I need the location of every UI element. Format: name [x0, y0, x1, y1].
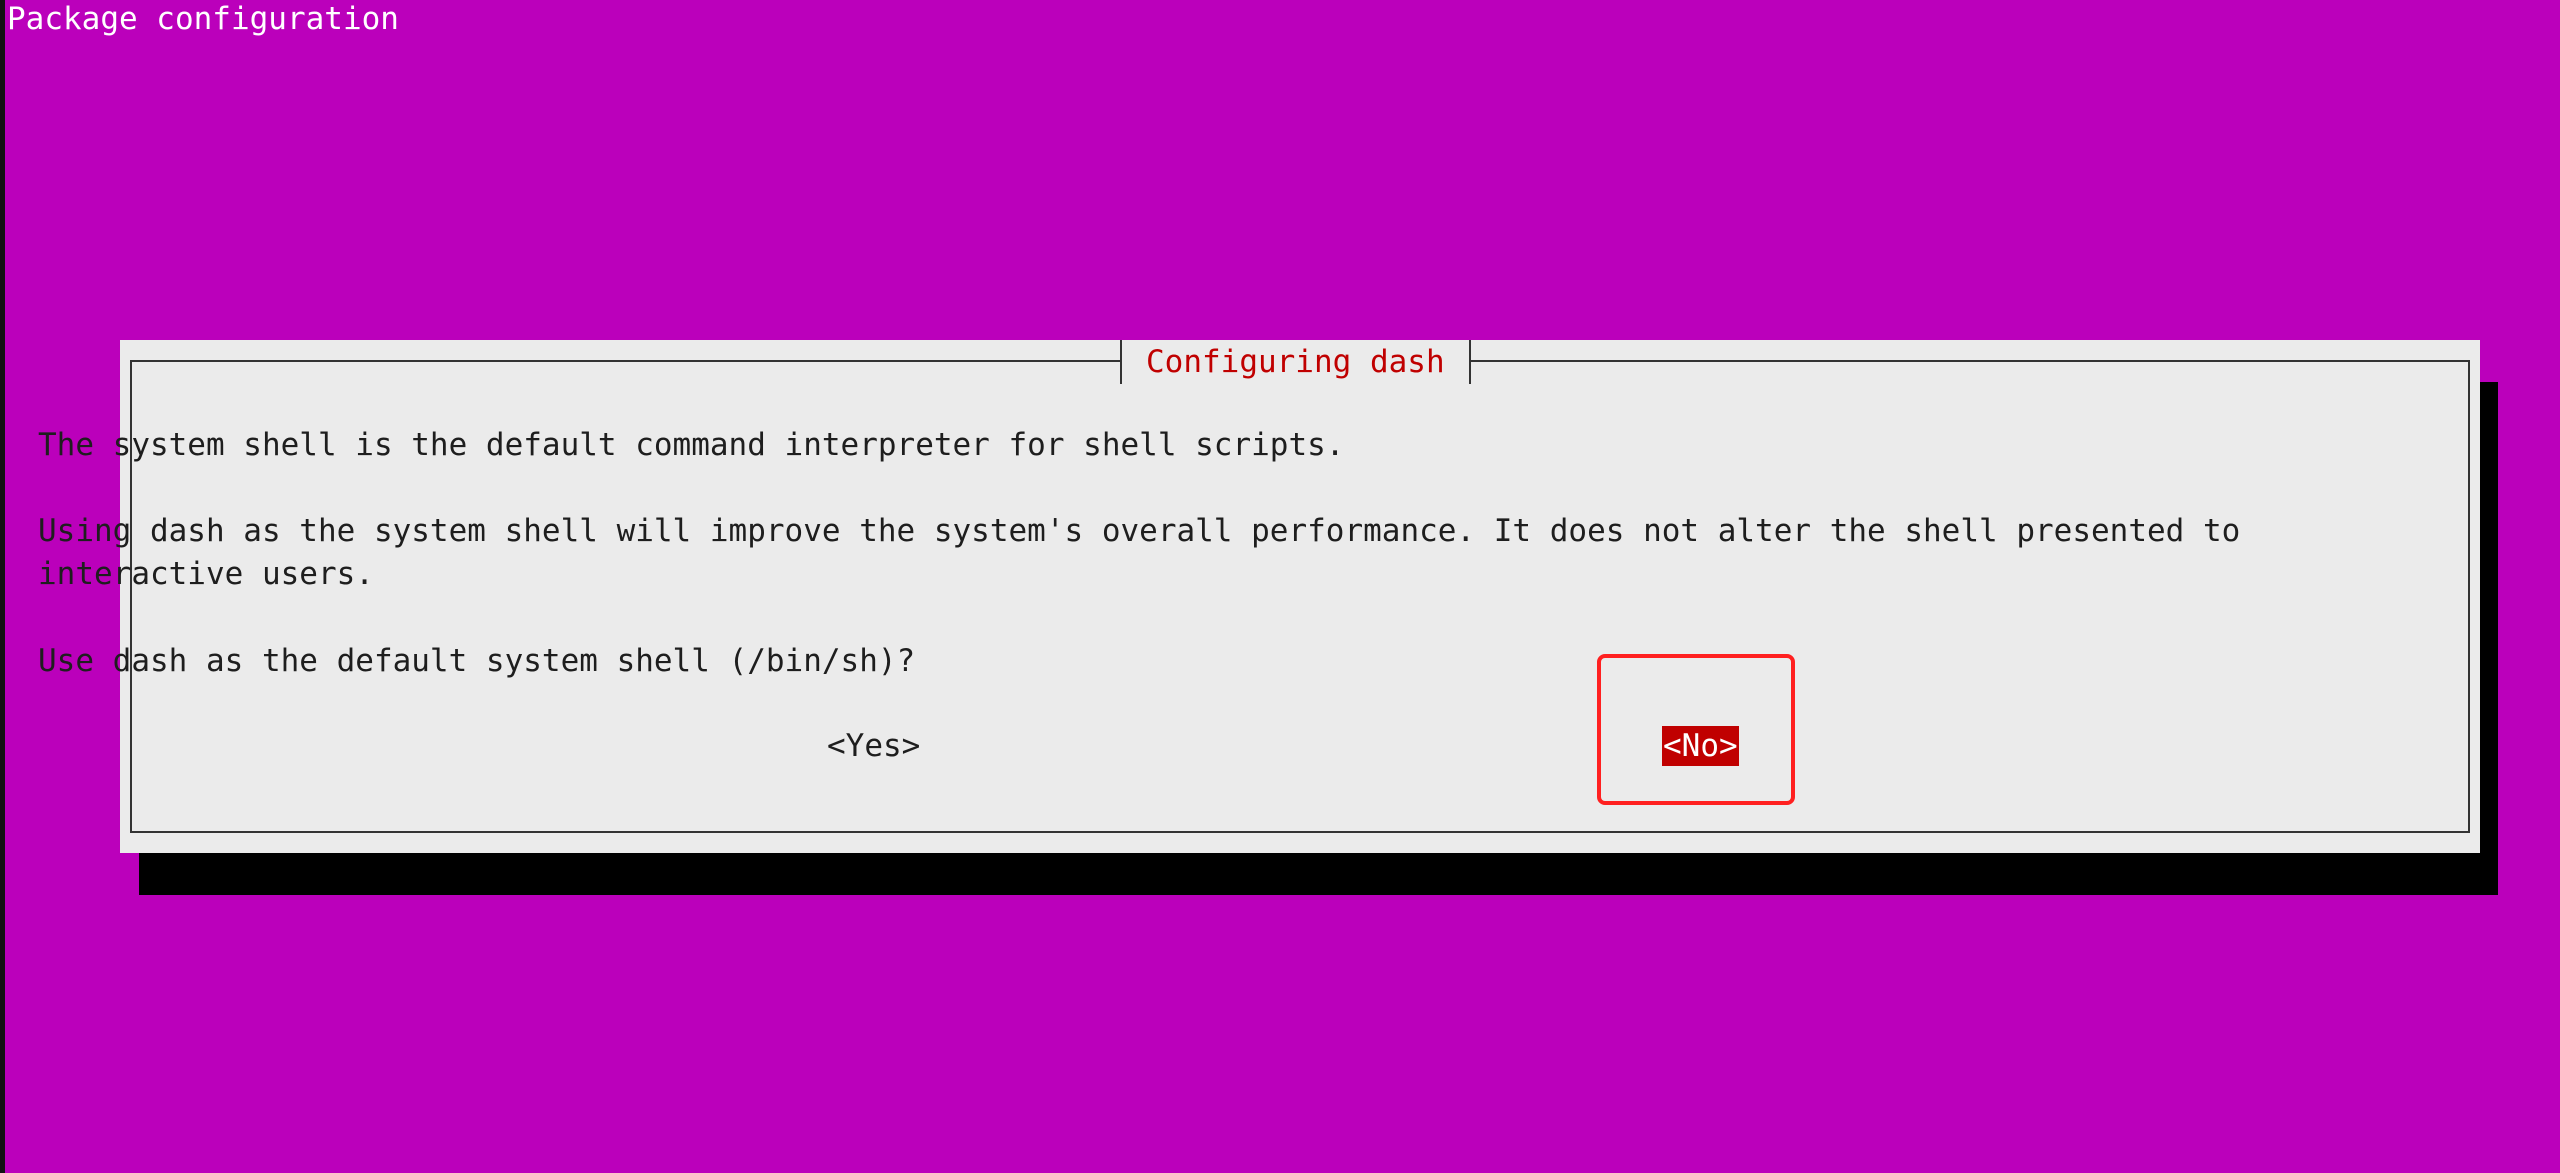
dialog-title: Configuring dash [1146, 344, 1445, 380]
yes-button[interactable]: <Yes> [826, 726, 921, 766]
no-button-highlight-box [1597, 654, 1795, 805]
package-configuration-header: Package configuration [7, 1, 399, 37]
dialog-message-line-3: interactive users. [38, 556, 374, 592]
dialog-title-box: Configuring dash [1120, 340, 1471, 384]
window-left-edge [0, 0, 5, 1173]
dialog-question: Use dash as the default system shell (/b… [38, 643, 916, 679]
dialog-message-line-2: Using dash as the system shell will impr… [38, 513, 2241, 549]
terminal-screen: Package configuration Configuring dash T… [0, 0, 2560, 1173]
configuring-dash-dialog: Configuring dash [120, 340, 2480, 853]
dialog-message-line-1: The system shell is the default command … [38, 427, 1345, 463]
